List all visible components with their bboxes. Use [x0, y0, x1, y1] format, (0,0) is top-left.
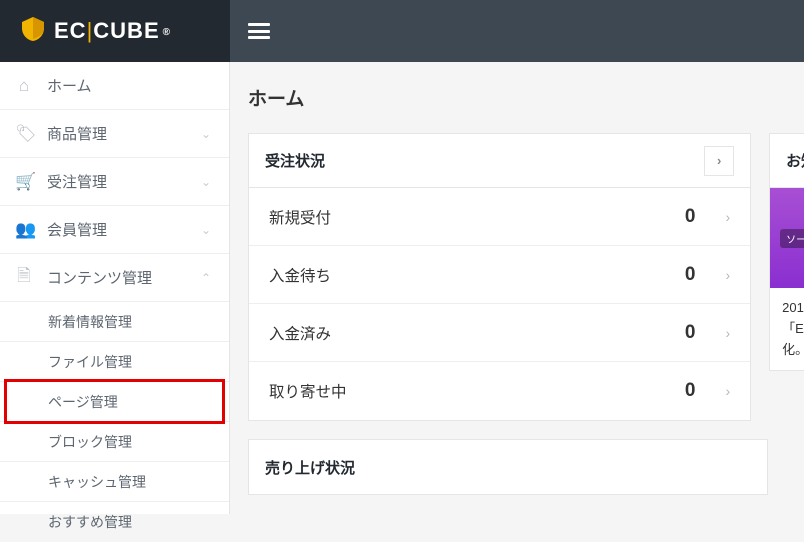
subnav-page[interactable]: ページ管理	[0, 382, 229, 422]
subnav-recommend[interactable]: おすすめ管理	[0, 502, 229, 542]
chevron-right-icon: ›	[726, 383, 731, 399]
topbar-main	[230, 0, 804, 62]
card-title: 受注状況	[265, 150, 325, 171]
subnav-news[interactable]: 新着情報管理	[0, 302, 229, 342]
subnav-label: ブロック管理	[48, 432, 132, 452]
status-row-new[interactable]: 新規受付 0 ›	[249, 188, 750, 246]
nav-label: 商品管理	[47, 123, 107, 144]
sidebar: ⌂ ホーム 🏷 商品管理 ⌄ 🛒 受注管理 ⌄ 👥 会員管理 ⌄ 🗎 コンテンツ…	[0, 62, 230, 514]
file-icon: 🗎	[15, 263, 33, 292]
chevron-right-icon: ›	[717, 153, 721, 168]
topbar: EC|CUBE®	[0, 0, 804, 62]
chevron-up-icon: ⌃	[201, 271, 211, 285]
status-count: 0	[666, 322, 696, 344]
card-header: お知	[770, 134, 804, 188]
logo-text: EC|CUBE®	[54, 18, 171, 44]
card-header: 売り上げ状況	[249, 440, 767, 494]
chevron-right-icon: ›	[726, 325, 731, 341]
chevron-down-icon: ⌄	[201, 127, 211, 141]
subnav-block[interactable]: ブロック管理	[0, 422, 229, 462]
notice-card: お知 ソース 2017 「EC 化。	[769, 133, 804, 371]
nav-orders[interactable]: 🛒 受注管理 ⌄	[0, 158, 229, 206]
chevron-right-icon: ›	[726, 209, 731, 225]
subnav-label: ファイル管理	[48, 352, 132, 372]
status-row-wait-pay[interactable]: 入金待ち 0 ›	[249, 246, 750, 304]
page-title: ホーム	[248, 84, 804, 111]
news-line: 化。	[782, 340, 804, 361]
home-icon: ⌂	[15, 76, 33, 96]
status-label: 取り寄せ中	[269, 380, 666, 402]
status-count: 0	[666, 380, 696, 402]
chevron-down-icon: ⌄	[201, 223, 211, 237]
nav-label: コンテンツ管理	[47, 267, 152, 288]
nav-contents[interactable]: 🗎 コンテンツ管理 ⌃	[0, 254, 229, 302]
subnav-cache[interactable]: キャッシュ管理	[0, 462, 229, 502]
cart-icon: 🛒	[15, 172, 33, 192]
nav-label: ホーム	[47, 75, 92, 96]
menu-toggle[interactable]	[248, 23, 270, 39]
promo-tag: ソース	[780, 229, 804, 248]
status-row-paid[interactable]: 入金済み 0 ›	[249, 304, 750, 362]
news-line: 2017	[782, 298, 804, 319]
sales-card: 売り上げ状況	[248, 439, 768, 495]
subnav-label: おすすめ管理	[48, 512, 132, 532]
nav-products[interactable]: 🏷 商品管理 ⌄	[0, 110, 229, 158]
chevron-right-icon: ›	[726, 267, 731, 283]
status-label: 入金待ち	[269, 264, 666, 286]
logo[interactable]: EC|CUBE®	[0, 0, 230, 62]
status-label: 入金済み	[269, 322, 666, 344]
news-text: 2017 「EC 化。	[770, 288, 804, 370]
subnav-file[interactable]: ファイル管理	[0, 342, 229, 382]
nav-home[interactable]: ⌂ ホーム	[0, 62, 229, 110]
order-status-card: 受注状況 › 新規受付 0 › 入金待ち 0 › 入金済み 0	[248, 133, 751, 421]
status-row-backorder[interactable]: 取り寄せ中 0 ›	[249, 362, 750, 420]
nav-members[interactable]: 👥 会員管理 ⌄	[0, 206, 229, 254]
card-title: 売り上げ状況	[265, 457, 355, 478]
collapse-button[interactable]: ›	[704, 146, 734, 176]
subnav-label: キャッシュ管理	[48, 472, 146, 492]
main-content: ホーム 受注状況 › 新規受付 0 › 入金待ち 0 ›	[230, 62, 804, 514]
nav-label: 会員管理	[47, 219, 107, 240]
subnav-label: 新着情報管理	[48, 312, 132, 332]
news-line: 「EC	[782, 319, 804, 340]
card-title: お知	[786, 150, 804, 171]
users-icon: 👥	[15, 220, 33, 240]
tag-icon: 🏷	[15, 124, 33, 144]
promo-banner[interactable]: ソース	[770, 188, 804, 288]
card-header: 受注状況 ›	[249, 134, 750, 188]
shield-icon	[20, 16, 46, 47]
status-count: 0	[666, 264, 696, 286]
chevron-down-icon: ⌄	[201, 175, 211, 189]
status-count: 0	[666, 206, 696, 228]
nav-label: 受注管理	[47, 171, 107, 192]
status-label: 新規受付	[269, 206, 666, 228]
subnav-label: ページ管理	[48, 392, 118, 412]
